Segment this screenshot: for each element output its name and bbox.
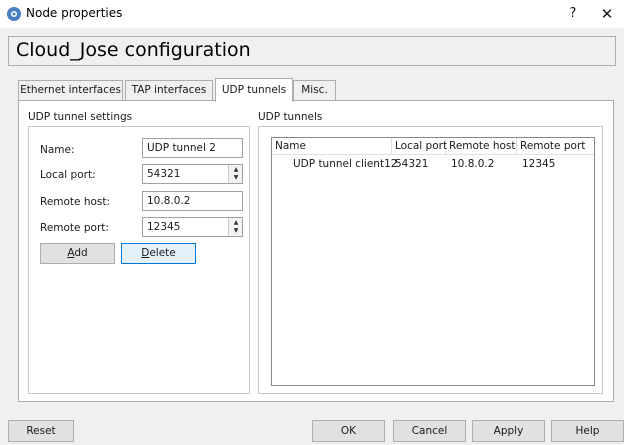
- tab-tap-interfaces[interactable]: TAP interfaces: [125, 80, 213, 100]
- delete-label-rest: elete: [149, 247, 176, 259]
- remote-host-label: Remote host:: [40, 196, 111, 208]
- cancel-button[interactable]: Cancel: [393, 420, 466, 442]
- udp-tunnels-label: UDP tunnels: [258, 111, 323, 123]
- local-port-label: Local port:: [40, 169, 96, 181]
- ok-button[interactable]: OK: [312, 420, 385, 442]
- remote-port-value: 12345: [147, 221, 181, 233]
- page-title: Cloud_Jose configuration: [16, 39, 251, 61]
- column-header-name[interactable]: Name: [272, 138, 392, 155]
- apply-button[interactable]: Apply: [472, 420, 545, 442]
- window-title: Node properties: [26, 6, 123, 20]
- remote-port-label: Remote port:: [40, 222, 109, 234]
- name-input[interactable]: UDP tunnel 2: [142, 138, 243, 158]
- table-row-name[interactable]: UDP tunnel client12: [293, 157, 397, 173]
- tab-udp-tunnels[interactable]: UDP tunnels: [215, 78, 293, 102]
- column-header-remote-host[interactable]: Remote host: [446, 138, 517, 155]
- remote-port-stepper[interactable]: 12345 ▲ ▼: [142, 217, 243, 237]
- tab-ethernet-interfaces[interactable]: Ethernet interfaces: [18, 80, 123, 100]
- spin-down-icon[interactable]: ▼: [229, 174, 242, 182]
- close-icon[interactable]: ✕: [596, 4, 618, 24]
- help-question-icon[interactable]: ?: [562, 4, 584, 24]
- spin-down-icon[interactable]: ▼: [229, 227, 242, 235]
- add-button[interactable]: Add: [40, 243, 115, 264]
- local-port-stepper[interactable]: 54321 ▲ ▼: [142, 164, 243, 184]
- gns3-app-icon: [7, 7, 21, 21]
- table-row-remote-port[interactable]: 12345: [522, 157, 555, 173]
- table-row-local-port[interactable]: 54321: [395, 157, 428, 173]
- tab-misc[interactable]: Misc.: [293, 80, 336, 100]
- local-port-spin[interactable]: ▲ ▼: [228, 165, 242, 183]
- udp-tunnel-settings-label: UDP tunnel settings: [28, 111, 133, 123]
- spin-up-icon[interactable]: ▲: [229, 166, 242, 174]
- delete-button[interactable]: Delete: [121, 243, 196, 264]
- help-button[interactable]: Help: [551, 420, 624, 442]
- add-label-rest: dd: [74, 247, 88, 259]
- name-label: Name:: [40, 144, 75, 156]
- udp-tunnels-table[interactable]: [271, 137, 595, 386]
- table-row-remote-host[interactable]: 10.8.0.2: [451, 157, 494, 173]
- reset-button[interactable]: Reset: [8, 420, 74, 442]
- remote-port-spin[interactable]: ▲ ▼: [228, 218, 242, 236]
- column-header-remote-port[interactable]: Remote port: [517, 138, 594, 155]
- column-header-local-port[interactable]: Local port: [392, 138, 447, 155]
- remote-host-input[interactable]: 10.8.0.2: [142, 191, 243, 211]
- local-port-value: 54321: [147, 168, 181, 180]
- spin-up-icon[interactable]: ▲: [229, 219, 242, 227]
